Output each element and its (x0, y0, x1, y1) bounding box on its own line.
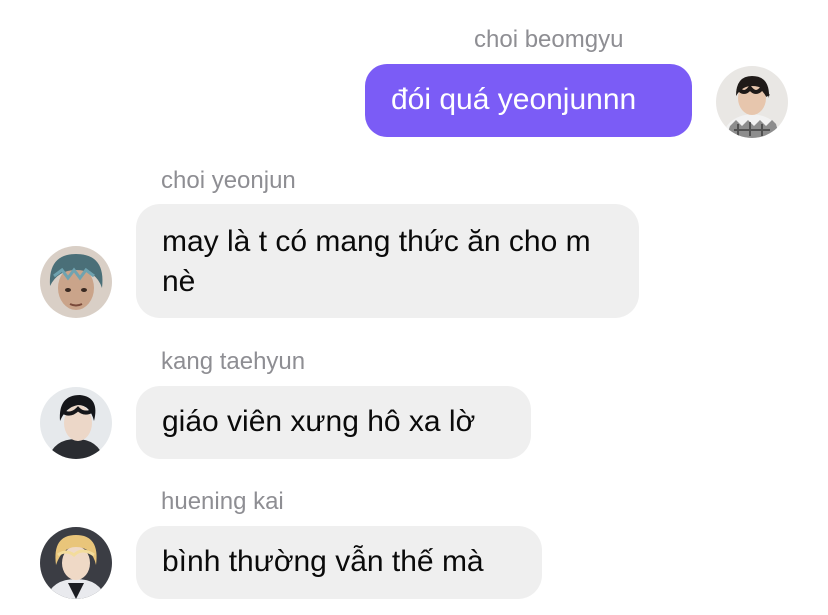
sender-name: kang taehyun (161, 348, 306, 375)
sender-name: choi beomgyu (474, 26, 624, 53)
message-bubble[interactable]: đói quá yeonjunnn (365, 64, 692, 137)
taehyun-avatar[interactable] (40, 387, 112, 459)
message-bubble[interactable]: may là t có mang thức ăn cho m nè (136, 204, 639, 318)
hueningkai-avatar[interactable] (40, 527, 112, 599)
message-bubble[interactable]: giáo viên xưng hô xa lờ (136, 386, 531, 459)
message-bubble[interactable]: bình thường vẫn thế mà (136, 526, 542, 599)
yeonjun-avatar[interactable] (40, 246, 112, 318)
sender-name: choi yeonjun (161, 167, 296, 194)
beomgyu-avatar[interactable] (716, 66, 788, 138)
sender-name: huening kai (161, 488, 284, 515)
